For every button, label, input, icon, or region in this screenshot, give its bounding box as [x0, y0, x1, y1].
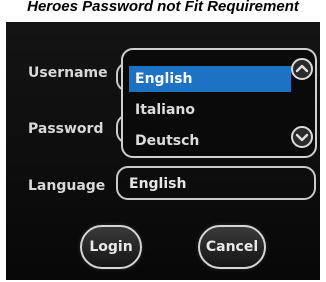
language-select-value: English — [129, 176, 187, 192]
language-dropdown[interactable]: English Italiano Deutsch — [121, 48, 317, 158]
language-option-italiano[interactable]: Italiano — [129, 97, 291, 123]
chevron-down-icon — [295, 133, 309, 142]
login-dialog: Username Password Language English Engli… — [6, 22, 320, 280]
chevron-up-icon — [295, 64, 309, 73]
language-option-english[interactable]: English — [129, 66, 291, 92]
scroll-down-button[interactable] — [291, 126, 313, 148]
page-caption: Heroes Password not Fit Requirement — [27, 0, 299, 15]
scroll-up-button[interactable] — [291, 58, 313, 80]
password-label: Password — [28, 121, 104, 137]
cancel-button[interactable]: Cancel — [198, 225, 266, 269]
language-label: Language — [28, 178, 106, 194]
language-select[interactable]: English — [116, 166, 316, 200]
login-button[interactable]: Login — [80, 225, 142, 269]
language-option-deutsch[interactable]: Deutsch — [129, 128, 291, 154]
username-label: Username — [28, 65, 108, 81]
